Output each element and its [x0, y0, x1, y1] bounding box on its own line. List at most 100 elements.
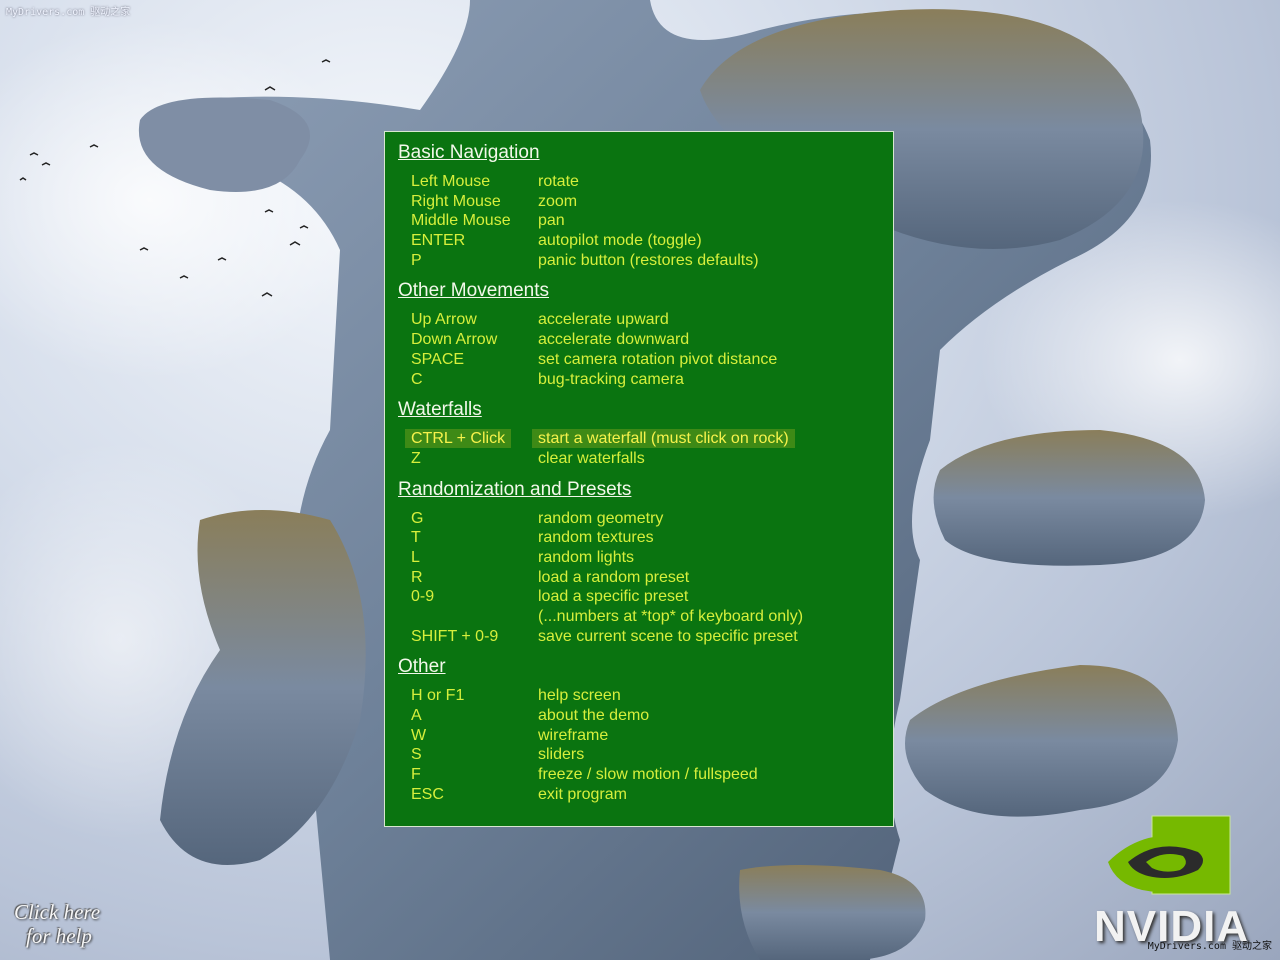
shortcut-key: Up Arrow: [398, 310, 538, 330]
shortcut-action-label: wireframe: [538, 726, 609, 744]
shortcut-key-label: SPACE: [411, 350, 465, 368]
shortcut-row: Left Mouse rotate: [398, 172, 893, 192]
shortcut-key-label: S: [411, 746, 422, 764]
shortcut-action: clear waterfalls: [538, 449, 645, 469]
shortcut-key: W: [398, 726, 538, 746]
help-section-other: Other H or F1 help screen Aabout the demo Ww…: [398, 656, 893, 804]
shortcut-action: wireframe: [538, 726, 608, 746]
shortcut-key-label: F: [411, 766, 421, 784]
shortcut-key: Left Mouse: [398, 172, 538, 192]
shortcut-key-label: SHIFT + 0-9: [411, 627, 499, 645]
shortcut-action: bug-tracking camera: [538, 370, 684, 390]
shortcut-key: C: [398, 370, 538, 390]
shortcut-action: panic button (restores defaults): [538, 251, 759, 271]
shortcut-row: ESC exit program: [398, 785, 893, 805]
shortcut-key-label: R: [411, 568, 423, 586]
click-here-for-help-link[interactable]: Click here for help: [14, 900, 100, 948]
shortcut-action: random textures: [538, 528, 654, 548]
shortcut-key-label: CTRL + Click: [405, 429, 512, 449]
shortcut-key: H or F1: [398, 686, 538, 706]
shortcut-key: Z: [398, 449, 538, 469]
shortcut-action: help screen: [538, 686, 621, 706]
watermark-bottom: MyDrivers.com 驱动之家: [1147, 941, 1272, 952]
shortcut-key: S: [398, 745, 538, 765]
shortcut-key-label: Up Arrow: [411, 311, 477, 329]
shortcut-action-label: zoom: [538, 192, 578, 210]
shortcut-row: Ppanic button (restores defaults): [398, 251, 893, 271]
shortcut-key: SHIFT + 0-9: [398, 627, 538, 647]
shortcut-action-label: rotate: [538, 173, 579, 190]
shortcut-key: [398, 607, 538, 627]
shortcut-row: Zclear waterfalls: [398, 449, 893, 469]
shortcut-key-label: T: [411, 529, 421, 547]
shortcut-row: SHIFT + 0-9 save current scene to specifi…: [398, 627, 893, 647]
shortcut-action-label: clear waterfalls: [538, 449, 645, 467]
shortcut-key: L: [398, 548, 538, 568]
shortcut-action-label: about the demo: [538, 707, 650, 725]
shortcut-key-label: ESC: [411, 785, 444, 803]
shortcut-row: Ffreeze / slow motion / fullspeed: [398, 765, 893, 785]
shortcut-row: SPACE set camera rotation pivot distance: [398, 350, 893, 370]
shortcut-row: H or F1 help screen: [398, 686, 893, 706]
shortcut-row: ENTER autopilot mode (toggle): [398, 231, 893, 251]
shortcut-key: Down Arrow: [398, 330, 538, 350]
shortcut-row: Grandom geometry: [398, 509, 893, 529]
shortcut-action: accelerate downward: [538, 330, 689, 350]
click-help-line1: Click here: [14, 900, 101, 924]
shortcut-action: load a random preset: [538, 568, 689, 588]
shortcut-action-label: freeze / slow motion / fullspeed: [538, 766, 758, 784]
shortcut-action-label: random lights: [538, 548, 635, 566]
shortcut-key: SPACE: [398, 350, 538, 370]
shortcut-row: Trandom textures: [398, 528, 893, 548]
shortcut-row: (...numbers at *top* of keyboard only): [398, 607, 893, 627]
shortcut-row: Ssliders: [398, 745, 893, 765]
help-section-waterfalls: Waterfalls CTRL + Click start a waterfall …: [398, 399, 893, 468]
watermark-top: MyDrivers.com 驱动之家: [6, 7, 131, 18]
section-title: Other: [398, 656, 446, 678]
shortcut-action-label: start a waterfall (must click on rock): [532, 429, 795, 449]
shortcut-action-label: (...numbers at *top* of keyboard only): [538, 608, 804, 625]
shortcut-action: rotate: [538, 172, 579, 192]
shortcut-action: freeze / slow motion / fullspeed: [538, 765, 758, 785]
shortcut-action-label: sliders: [538, 746, 585, 764]
shortcut-key: 0-9: [398, 587, 538, 607]
shortcut-key: Middle Mouse: [398, 211, 538, 231]
shortcut-row: Middle Mouse pan: [398, 211, 893, 231]
shortcut-action: (...numbers at *top* of keyboard only): [538, 607, 803, 627]
shortcut-key-label: Middle Mouse: [411, 212, 511, 230]
shortcut-action: sliders: [538, 745, 584, 765]
shortcut-key: G: [398, 509, 538, 529]
shortcut-row: Down Arrow accelerate downward: [398, 330, 893, 350]
shortcut-key: ENTER: [398, 231, 538, 251]
shortcut-action-label: pan: [538, 212, 565, 230]
shortcut-action-label: bug-tracking camera: [538, 370, 684, 388]
shortcut-key-label: L: [411, 548, 420, 566]
help-panel: Basic Navigation Left Mouse rotate Right Mo…: [384, 131, 894, 827]
shortcut-row: Up Arrow accelerate upward: [398, 310, 893, 330]
shortcut-key-label: G: [411, 509, 424, 527]
shortcut-key-label: H or F1: [411, 687, 465, 705]
section-title: Other Movements: [398, 280, 549, 302]
shortcut-key-label: W: [411, 726, 427, 744]
shortcut-row: Lrandom lights: [398, 548, 893, 568]
shortcut-action: pan: [538, 211, 565, 231]
shortcut-action-label: random textures: [538, 529, 654, 547]
shortcut-key-label: Z: [411, 449, 421, 467]
shortcut-key: T: [398, 528, 538, 548]
shortcut-action: zoom: [538, 192, 577, 212]
shortcut-action-label: panic button (restores defaults): [538, 251, 759, 269]
shortcut-action-label: load a specific preset: [538, 588, 689, 606]
shortcut-row: CTRL + Click start a waterfall (must clic…: [398, 429, 893, 449]
shortcut-key: CTRL + Click: [398, 429, 538, 449]
shortcut-key-label: Down Arrow: [411, 331, 498, 349]
section-title: Basic Navigation: [398, 142, 540, 163]
shortcut-row: 0-9 load a specific preset: [398, 587, 893, 607]
shortcut-key: P: [398, 251, 538, 271]
shortcut-action-label: autopilot mode (toggle): [538, 232, 702, 250]
shortcut-key-label: Right Mouse: [411, 192, 501, 210]
shortcut-key-label: 0-9: [411, 588, 435, 606]
shortcut-action: accelerate upward: [538, 310, 669, 330]
shortcut-key: A: [398, 706, 538, 726]
section-title: Randomization and Presets: [398, 478, 632, 500]
shortcut-action: autopilot mode (toggle): [538, 231, 702, 251]
